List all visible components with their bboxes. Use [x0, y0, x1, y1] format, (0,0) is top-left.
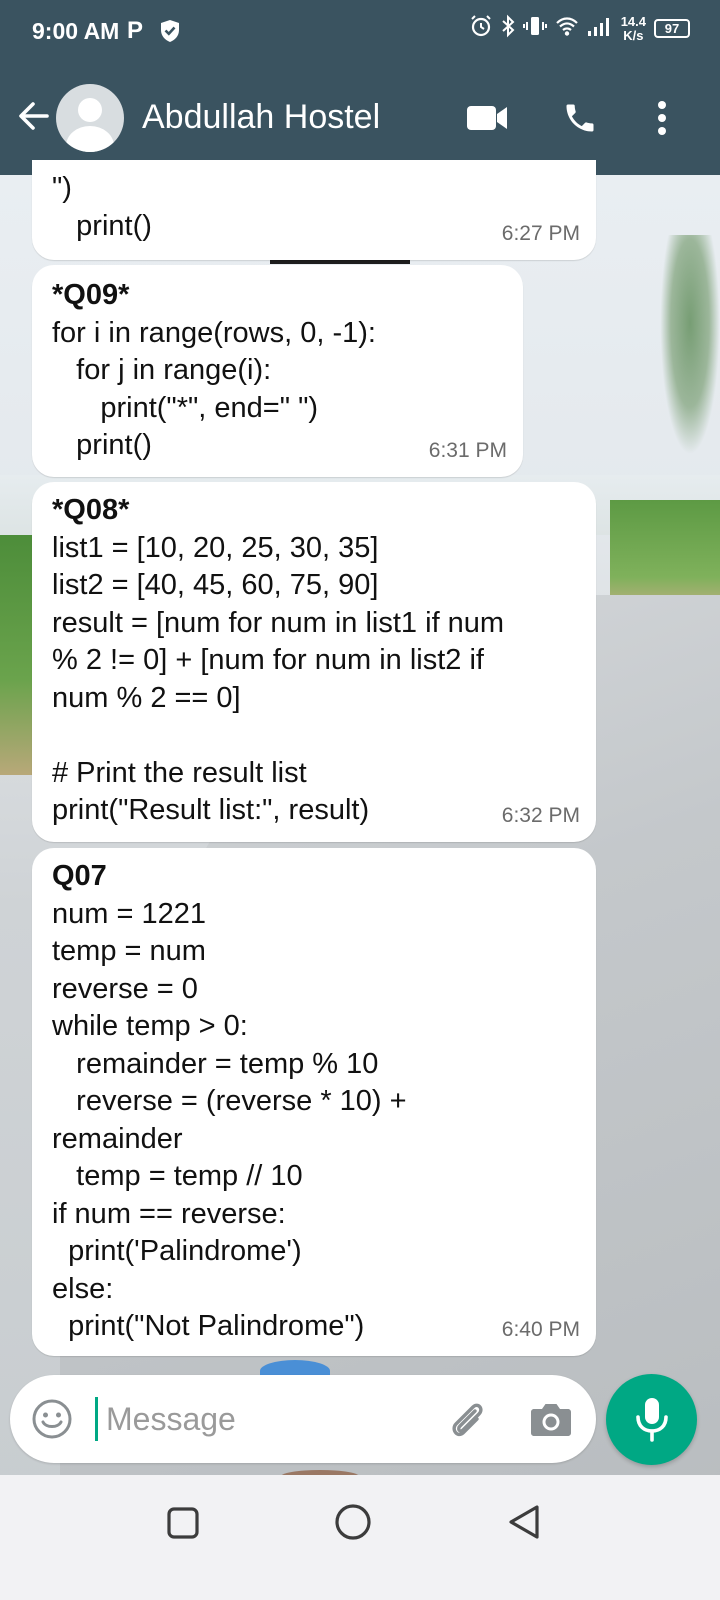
mic-icon — [636, 1398, 668, 1442]
shield-icon — [159, 19, 181, 48]
message-input[interactable] — [106, 1393, 426, 1445]
camera-icon[interactable] — [530, 1400, 572, 1443]
more-vert-icon[interactable] — [655, 100, 669, 141]
wallpaper-trees — [660, 235, 720, 455]
contact-name[interactable]: Abdullah Hostel — [142, 98, 380, 137]
compose-bar — [10, 1375, 596, 1463]
message-bubble[interactable]: ") print() 6:27 PM — [32, 160, 596, 260]
message-content: *Q09* for i in range(rows, 0, -1): for j… — [52, 277, 376, 465]
parking-icon: P — [127, 17, 144, 44]
alarm-icon — [469, 14, 493, 43]
phone-icon[interactable] — [562, 100, 598, 141]
speed-unit: K/s — [623, 27, 644, 43]
bluetooth-icon — [501, 14, 515, 43]
wallpaper-field-right — [610, 500, 720, 610]
status-time: 9:00 AM — [32, 18, 120, 44]
message-bubble[interactable]: *Q08* list1 = [10, 20, 25, 30, 35] list2… — [32, 482, 596, 842]
system-nav-bar — [0, 1475, 720, 1600]
message-text: list1 = [10, 20, 25, 30, 35] list2 = [40… — [52, 531, 505, 827]
recents-icon[interactable] — [166, 1506, 200, 1545]
message-time: 6:27 PM — [501, 221, 580, 245]
status-bar: 9:00 AM P 14.4 K/s 97 — [0, 0, 720, 60]
wifi-icon — [555, 15, 579, 42]
video-camera-icon[interactable] — [466, 104, 508, 137]
emoji-icon[interactable] — [30, 1397, 74, 1446]
mic-button[interactable] — [606, 1374, 697, 1465]
avatar-head — [78, 98, 102, 122]
message-text: for i in range(rows, 0, -1): for j in ra… — [52, 316, 376, 462]
message-text: ") print() — [52, 172, 152, 242]
nav-back-icon[interactable] — [505, 1503, 543, 1546]
message-bubble[interactable]: *Q09* for i in range(rows, 0, -1): for j… — [32, 265, 523, 477]
message-time: 6:32 PM — [501, 803, 580, 827]
status-icons: 14.4 K/s 97 — [469, 14, 690, 43]
chat-header: Abdullah Hostel — [0, 60, 720, 175]
paperclip-icon[interactable] — [445, 1398, 489, 1447]
text-caret — [95, 1397, 98, 1441]
message-title: *Q08* — [52, 494, 130, 526]
home-icon[interactable] — [334, 1503, 372, 1546]
speed-value: 14.4 — [620, 13, 646, 29]
message-text: num = 1221 temp = num reverse = 0 while … — [52, 897, 407, 1343]
message-content: Q07 num = 1221 temp = num reverse = 0 wh… — [52, 858, 407, 1346]
network-speed: 14.4 K/s — [620, 13, 646, 43]
arrow-left-icon[interactable] — [16, 98, 52, 139]
message-time: 6:40 PM — [501, 1317, 580, 1341]
message-bubble[interactable]: Q07 num = 1221 temp = num reverse = 0 wh… — [32, 848, 596, 1356]
message-title: *Q09* — [52, 279, 130, 311]
avatar-body — [66, 126, 114, 152]
wallpaper-figure — [270, 260, 410, 264]
message-content: *Q08* list1 = [10, 20, 25, 30, 35] list2… — [52, 492, 504, 830]
battery-indicator: 97 — [654, 19, 690, 38]
vibrate-icon — [522, 14, 547, 43]
signal-icon — [587, 15, 613, 42]
message-title: Q07 — [52, 860, 107, 892]
message-time: 6:31 PM — [428, 438, 507, 462]
avatar[interactable] — [56, 84, 124, 152]
